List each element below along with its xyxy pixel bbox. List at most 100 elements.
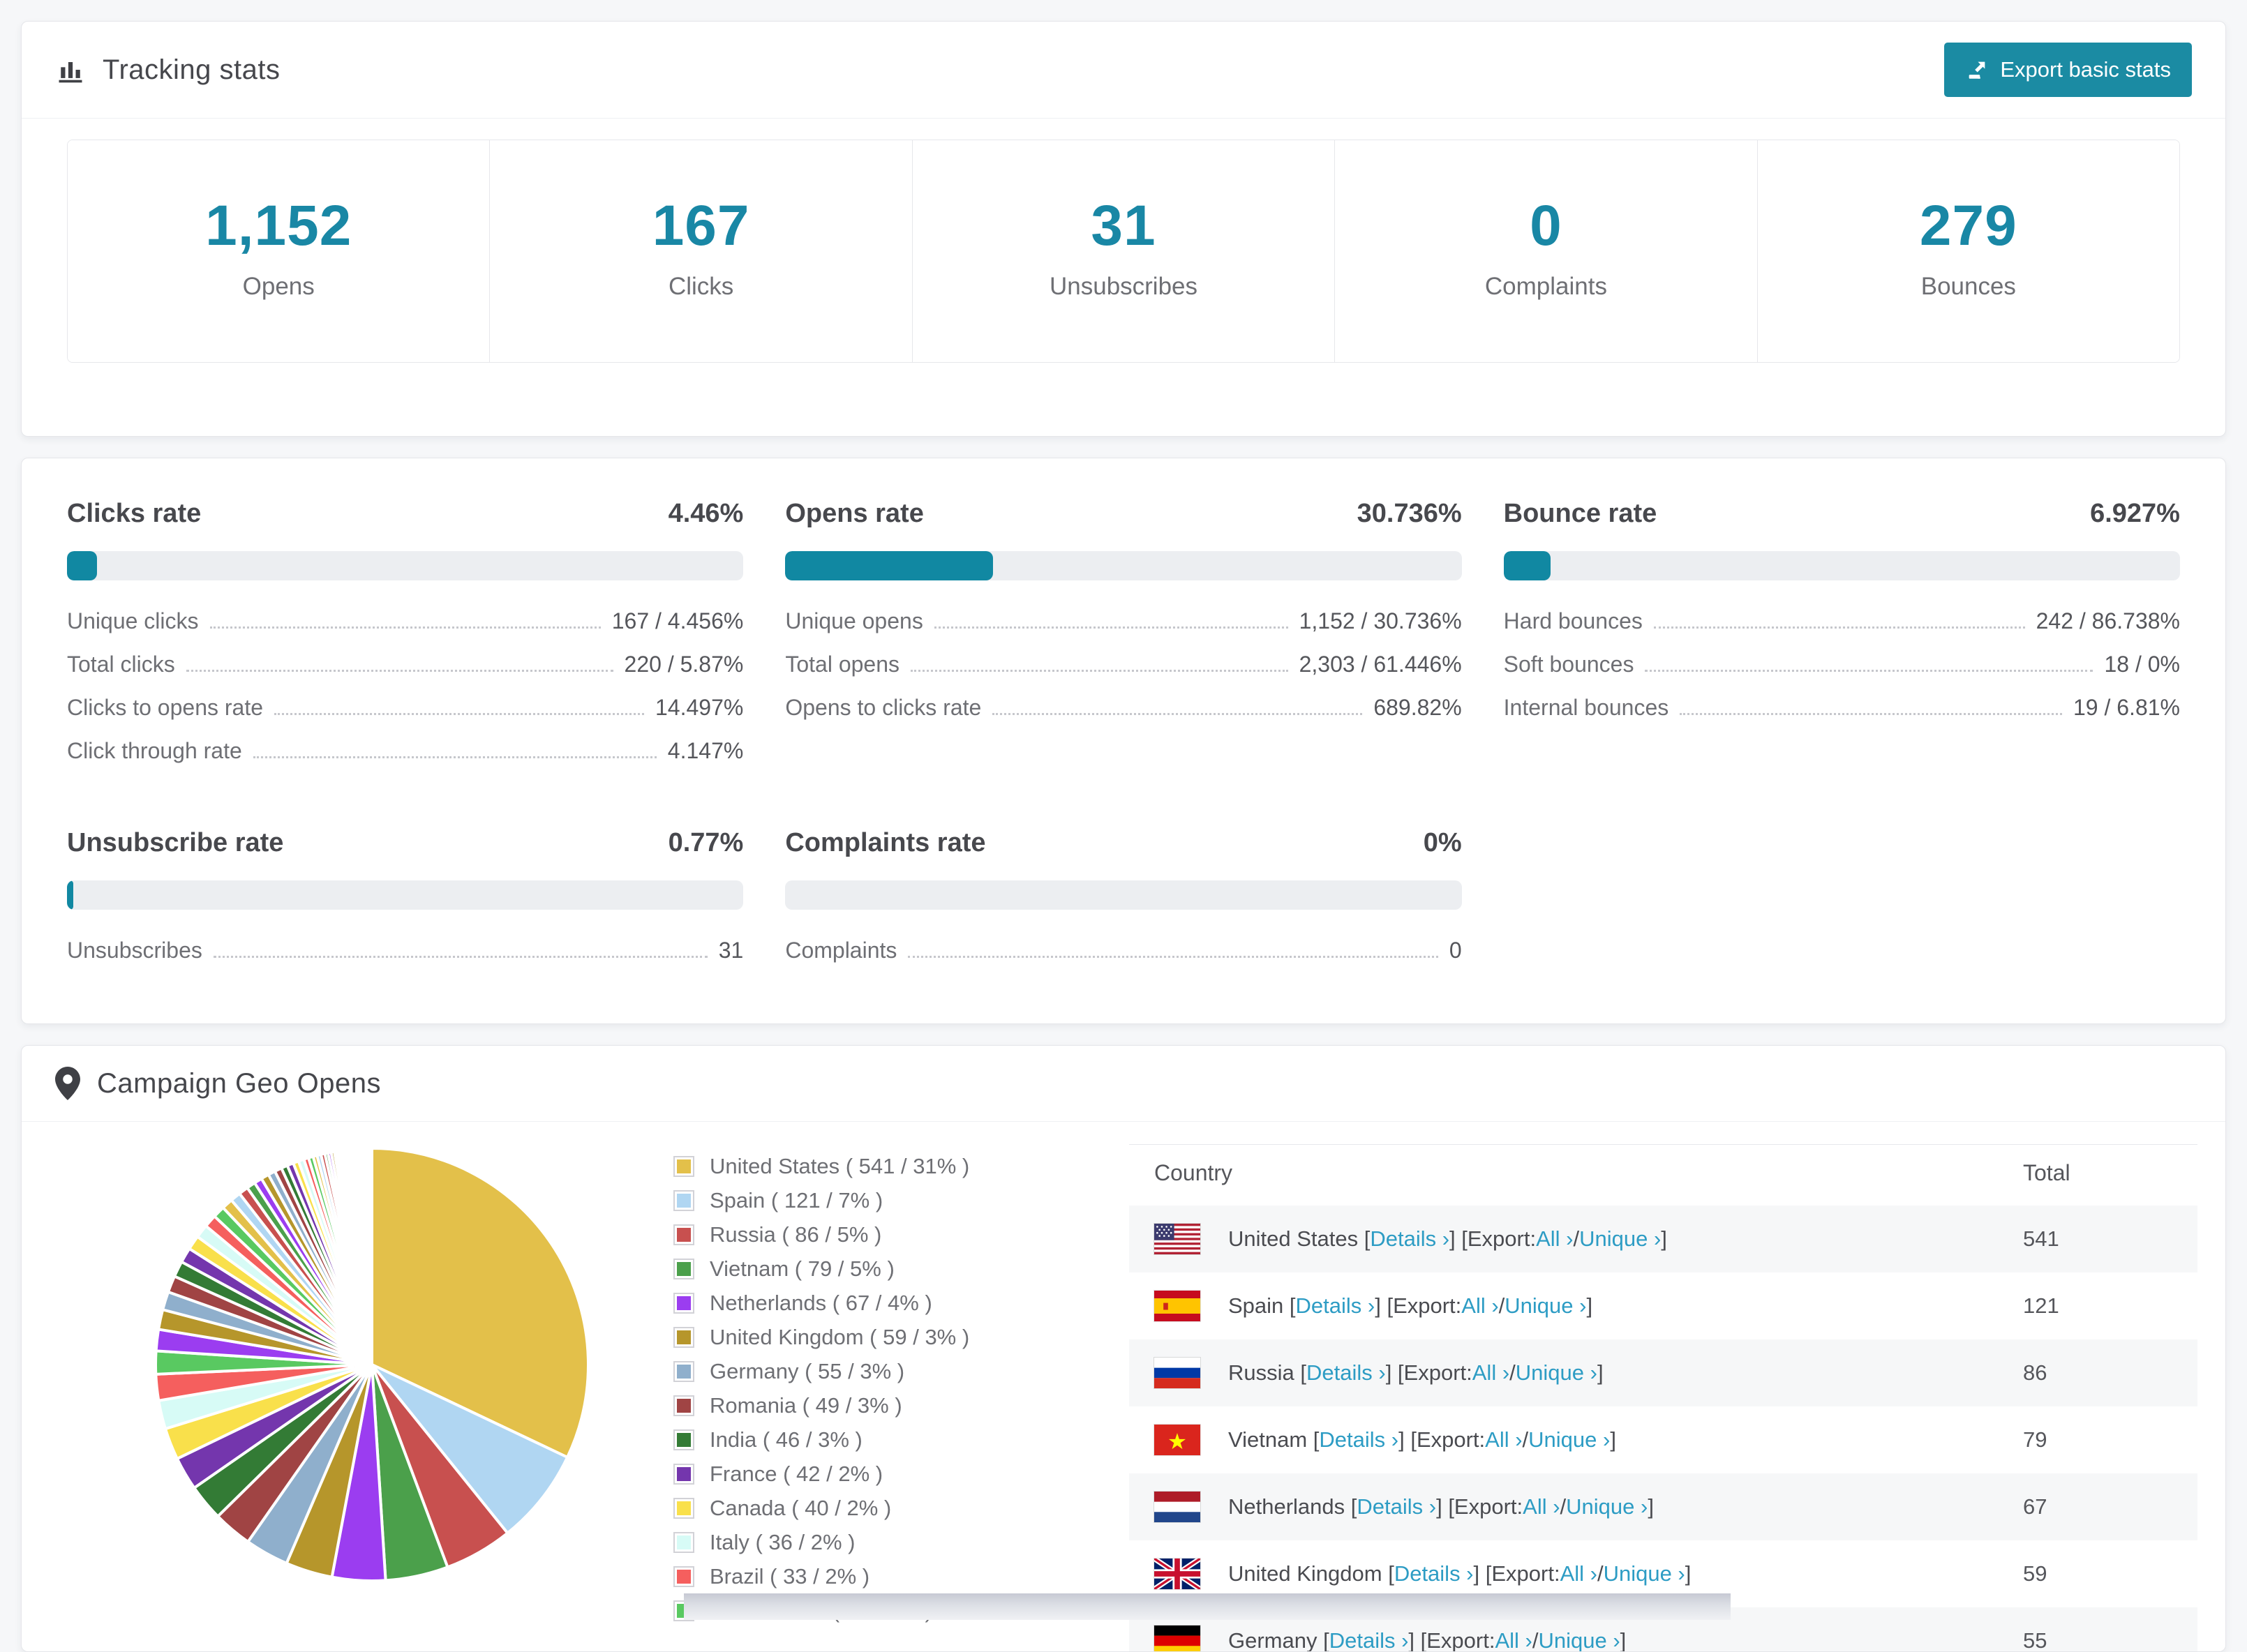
legend-item-romania[interactable]: Romania ( 49 / 3% ) bbox=[673, 1393, 1001, 1418]
export-unique-link[interactable]: Unique › bbox=[1516, 1360, 1597, 1386]
legend-item-germany[interactable]: Germany ( 55 / 3% ) bbox=[673, 1359, 1001, 1384]
export-unique-link[interactable]: Unique › bbox=[1566, 1494, 1648, 1519]
unsubscribe-rate-block: Unsubscribe rate 0.77% Unsubscribes 31 bbox=[67, 828, 744, 963]
details-link[interactable]: Details › bbox=[1319, 1427, 1398, 1452]
country-cell: Spain [Details ›] [Export: All › / Uniqu… bbox=[1154, 1291, 2023, 1321]
geo-table-row-nl: Netherlands [Details ›] [Export: All › /… bbox=[1129, 1473, 2197, 1540]
es-flag-icon bbox=[1154, 1291, 1200, 1321]
details-link[interactable]: Details › bbox=[1306, 1360, 1386, 1386]
legend-swatch bbox=[673, 1395, 694, 1416]
export-unique-link[interactable]: Unique › bbox=[1538, 1628, 1620, 1651]
export-all-link[interactable]: All › bbox=[1461, 1293, 1498, 1319]
rate-row-label: Complaints bbox=[785, 938, 897, 963]
details-link[interactable]: Details › bbox=[1329, 1628, 1409, 1651]
export-all-link[interactable]: All › bbox=[1495, 1628, 1532, 1651]
nl-flag-icon bbox=[1154, 1492, 1200, 1522]
geo-pie-chart[interactable] bbox=[149, 1141, 595, 1588]
legend-item-spain[interactable]: Spain ( 121 / 7% ) bbox=[673, 1188, 1001, 1213]
bounces-count: 279 bbox=[1919, 194, 2017, 257]
tracking-stats-title: Tracking stats bbox=[55, 54, 280, 86]
country-cell: United Kingdom [Details ›] [Export: All … bbox=[1154, 1559, 2023, 1589]
export-all-link[interactable]: All › bbox=[1485, 1427, 1522, 1452]
total-cell: 86 bbox=[2023, 1360, 2047, 1385]
export-all-link[interactable]: All › bbox=[1536, 1226, 1573, 1252]
legend-item-netherlands[interactable]: Netherlands ( 67 / 4% ) bbox=[673, 1291, 1001, 1316]
dotted-leader bbox=[1680, 713, 2062, 715]
legend-item-canada[interactable]: Canada ( 40 / 2% ) bbox=[673, 1496, 1001, 1521]
export-unique-link[interactable]: Unique › bbox=[1579, 1226, 1661, 1252]
country-cell: Germany [Details ›] [Export: All › / Uni… bbox=[1154, 1625, 2023, 1652]
complaints-rate-title: Complaints rate bbox=[785, 828, 986, 857]
rate-row-value: 4.147% bbox=[667, 738, 744, 763]
rate-row-label: Total opens bbox=[785, 652, 899, 677]
export-unique-link[interactable]: Unique › bbox=[1505, 1293, 1586, 1319]
total-cell: 55 bbox=[2023, 1628, 2047, 1652]
legend-item-russia[interactable]: Russia ( 86 / 5% ) bbox=[673, 1222, 1001, 1247]
bounce-rate-title: Bounce rate bbox=[1503, 499, 1657, 528]
legend-label: Netherlands ( 67 / 4% ) bbox=[710, 1291, 932, 1315]
opens-rate-block: Opens rate 30.736% Unique opens 1,152 / 3… bbox=[785, 499, 1462, 764]
rate-row: Opens to clicks rate 689.82% bbox=[785, 695, 1461, 721]
rate-row: Soft bounces 18 / 0% bbox=[1504, 652, 2180, 677]
legend-label: France ( 42 / 2% ) bbox=[710, 1462, 883, 1486]
details-link[interactable]: Details › bbox=[1370, 1226, 1449, 1252]
page-title: Tracking stats bbox=[103, 54, 281, 85]
unsubscribe-rate-value: 0.77% bbox=[668, 828, 744, 857]
export-all-link[interactable]: All › bbox=[1523, 1494, 1560, 1519]
details-link[interactable]: Details › bbox=[1296, 1293, 1375, 1319]
rate-row-label: Unsubscribes bbox=[67, 938, 202, 963]
details-link[interactable]: Details › bbox=[1394, 1561, 1474, 1586]
legend-label: Germany ( 55 / 3% ) bbox=[710, 1359, 905, 1383]
rate-row-value: 18 / 0% bbox=[2104, 652, 2180, 677]
details-link[interactable]: Details › bbox=[1357, 1494, 1436, 1519]
country-column-header: Country bbox=[1154, 1160, 1233, 1185]
legend-label: Romania ( 49 / 3% ) bbox=[710, 1393, 902, 1418]
geo-table-row-es: Spain [Details ›] [Export: All › / Uniqu… bbox=[1129, 1272, 2197, 1339]
legend-item-vietnam[interactable]: Vietnam ( 79 / 5% ) bbox=[673, 1256, 1001, 1282]
export-unique-link[interactable]: Unique › bbox=[1528, 1427, 1610, 1452]
legend-label: India ( 46 / 3% ) bbox=[710, 1427, 863, 1452]
geo-table-header: Country Total bbox=[1129, 1144, 2197, 1206]
legend-item-united-states[interactable]: United States ( 541 / 31% ) bbox=[673, 1154, 1001, 1179]
export-icon bbox=[1969, 61, 1985, 79]
geo-title: Campaign Geo Opens bbox=[97, 1067, 382, 1099]
clicks-rate-progressbar bbox=[67, 551, 744, 580]
opens-count: 1,152 bbox=[205, 194, 352, 257]
export-basic-stats-button[interactable]: Export basic stats bbox=[1944, 43, 2192, 97]
export-unique-link[interactable]: Unique › bbox=[1604, 1561, 1685, 1586]
country-cell: Netherlands [Details ›] [Export: All › /… bbox=[1154, 1492, 2023, 1522]
pie-slice[interactable] bbox=[369, 1146, 373, 1366]
dotted-leader bbox=[911, 670, 1288, 672]
dotted-leader bbox=[209, 626, 601, 629]
rate-row-label: Unique opens bbox=[785, 608, 923, 633]
rate-row-value: 167 / 4.456% bbox=[611, 608, 744, 633]
legend-item-brazil[interactable]: Brazil ( 33 / 2% ) bbox=[673, 1564, 1001, 1589]
legend-item-france[interactable]: France ( 42 / 2% ) bbox=[673, 1462, 1001, 1487]
legend-swatch bbox=[673, 1224, 694, 1245]
rate-row-label: Opens to clicks rate bbox=[785, 695, 982, 720]
ru-flag-icon bbox=[1154, 1358, 1200, 1388]
legend-item-india[interactable]: India ( 46 / 3% ) bbox=[673, 1427, 1001, 1452]
total-cell: 121 bbox=[2023, 1293, 2059, 1318]
horizontal-scrollbar[interactable] bbox=[684, 1593, 1731, 1620]
rate-row: Unsubscribes 31 bbox=[67, 938, 743, 963]
rate-row-value: 242 / 86.738% bbox=[2036, 608, 2180, 633]
rate-row: Total opens 2,303 / 61.446% bbox=[785, 652, 1461, 677]
geo-pie-legend: United States ( 541 / 31% ) Spain ( 121 /… bbox=[673, 1154, 1001, 1632]
country-name: Germany bbox=[1228, 1628, 1317, 1652]
legend-item-italy[interactable]: Italy ( 36 / 2% ) bbox=[673, 1530, 1001, 1555]
clicks-rate-title: Clicks rate bbox=[67, 499, 202, 528]
vn-flag-icon bbox=[1154, 1425, 1200, 1455]
export-all-link[interactable]: All › bbox=[1560, 1561, 1597, 1586]
rate-row: Total clicks 220 / 5.87% bbox=[67, 652, 743, 677]
legend-item-united-kingdom[interactable]: United Kingdom ( 59 / 3% ) bbox=[673, 1325, 1001, 1350]
dotted-leader bbox=[186, 670, 613, 672]
opens-rate-title: Opens rate bbox=[785, 499, 924, 528]
clicks-rate-block: Clicks rate 4.46% Unique clicks 167 / 4.4… bbox=[67, 499, 744, 764]
dotted-leader bbox=[908, 956, 1438, 958]
stat-box-clicks: 167 Clicks bbox=[489, 140, 912, 362]
complaints-label: Complaints bbox=[1484, 273, 1607, 300]
legend-label: Brazil ( 33 / 2% ) bbox=[710, 1564, 870, 1589]
export-all-link[interactable]: All › bbox=[1472, 1360, 1509, 1386]
dotted-leader bbox=[274, 713, 644, 715]
